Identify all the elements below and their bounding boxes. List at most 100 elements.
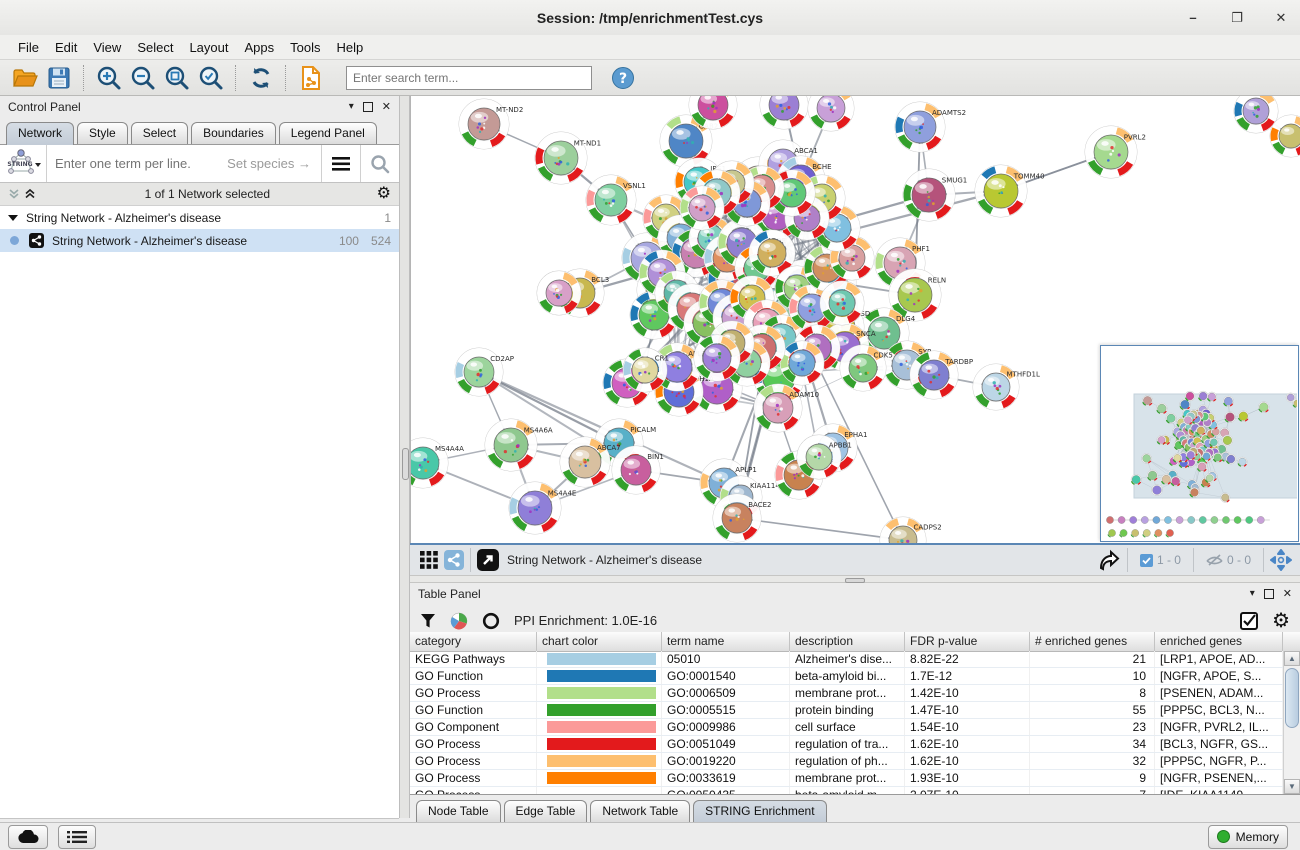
network-node[interactable]: TOMM40 (975, 165, 1045, 217)
network-node[interactable]: ADAMTS2 (895, 102, 966, 152)
pie-chart-icon[interactable] (450, 612, 468, 630)
save-icon[interactable] (42, 63, 76, 93)
search-input[interactable] (346, 66, 592, 90)
help-icon[interactable]: ? (606, 63, 640, 93)
tab-network-table[interactable]: Network Table (590, 800, 690, 822)
table-row[interactable]: GO FunctionGO:0001540beta-amyloid bi...1… (410, 668, 1283, 685)
export-network-icon[interactable] (1097, 548, 1121, 572)
network-node[interactable] (694, 335, 740, 381)
table-row[interactable]: GO ProcessGO:0006509membrane prot...1.42… (410, 685, 1283, 702)
task-list-button[interactable] (58, 825, 96, 849)
scroll-down-icon[interactable]: ▼ (1284, 779, 1300, 794)
zoom-selected-icon[interactable] (194, 63, 228, 93)
settings-gear-icon[interactable]: ⚙ (1272, 611, 1290, 631)
string-logo[interactable]: STRING (0, 145, 47, 182)
ring-icon[interactable] (482, 612, 500, 630)
column-header-term-name[interactable]: term name (662, 632, 790, 651)
tab-string-enrichment[interactable]: STRING Enrichment (693, 800, 826, 823)
network-node[interactable]: MTHFD1L (973, 364, 1040, 410)
tab-edge-table[interactable]: Edge Table (504, 800, 588, 822)
menu-layout[interactable]: Layout (181, 38, 236, 57)
open-in-window-icon[interactable] (477, 549, 499, 571)
share-view-icon[interactable] (444, 550, 464, 570)
memory-button[interactable]: Memory (1208, 825, 1288, 849)
birds-eye-navigator[interactable] (1100, 345, 1299, 542)
column-header-category[interactable]: category (410, 632, 537, 651)
network-node[interactable] (1234, 96, 1278, 133)
zoom-fit-icon[interactable] (160, 63, 194, 93)
network-node[interactable]: TARDBP (910, 351, 973, 399)
network-node[interactable]: SMUG1 (903, 169, 967, 221)
menu-view[interactable]: View (85, 38, 129, 57)
network-node[interactable]: CDK5 (840, 345, 893, 391)
menu-file[interactable]: File (10, 38, 47, 57)
close-button[interactable]: ✕ (1272, 9, 1290, 27)
table-row[interactable]: GO ProcessGO:0033619membrane prot...1.93… (410, 770, 1283, 787)
table-panel-float-icon[interactable] (1264, 589, 1274, 599)
table-panel-menu-icon[interactable]: ▾ (1250, 589, 1255, 599)
network-node[interactable]: BIN1 (612, 446, 664, 494)
network-node[interactable]: MT-ND1 (535, 132, 601, 184)
checkbox-checked-icon[interactable] (1240, 612, 1258, 630)
table-row[interactable]: GO ComponentGO:0009986cell surface1.54E-… (410, 719, 1283, 736)
panel-float-icon[interactable] (363, 102, 373, 112)
zoom-out-icon[interactable] (126, 63, 160, 93)
table-row[interactable]: GO FunctionGO:0005515protein binding1.47… (410, 702, 1283, 719)
panel-close-icon[interactable]: ✕ (382, 102, 391, 113)
maximize-button[interactable]: ❐ (1228, 9, 1246, 27)
menu-help[interactable]: Help (329, 38, 372, 57)
panel-menu-icon[interactable]: ▾ (349, 102, 354, 112)
table-row[interactable]: GO ProcessGO:0051049regulation of tra...… (410, 736, 1283, 753)
horizontal-splitter[interactable] (410, 575, 1300, 583)
minimize-button[interactable]: – (1184, 9, 1202, 27)
navigator-compass-icon[interactable] (1270, 549, 1292, 571)
network-node[interactable]: MS4A4E (509, 482, 576, 534)
table-panel-close-icon[interactable]: ✕ (1283, 589, 1292, 600)
network-node[interactable] (680, 186, 724, 230)
grid-icon[interactable] (420, 551, 438, 569)
string-query-input[interactable] (47, 156, 321, 171)
network-node[interactable] (808, 96, 854, 131)
network-options-gear-icon[interactable]: ⚙ (377, 186, 391, 202)
string-menu-icon[interactable] (321, 145, 360, 182)
menu-tools[interactable]: Tools (282, 38, 328, 57)
network-collection-row[interactable]: String Network - Alzheimer's disease 1 (0, 206, 399, 229)
column-header-chart-color[interactable]: chart color (537, 632, 662, 651)
string-search-icon[interactable] (360, 145, 399, 182)
tab-select[interactable]: Select (131, 122, 188, 144)
network-canvas[interactable]: MT-ND2MT-ND1VSNL1GAB2ADAMTS2PVRL2TOMM40S… (410, 96, 1300, 543)
network-edge[interactable] (737, 518, 903, 540)
panel-splitter[interactable] (400, 96, 410, 818)
open-folder-icon[interactable] (8, 63, 42, 93)
column-header-FDR-p-value[interactable]: FDR p-value (905, 632, 1030, 651)
collapse-expand-icons[interactable] (8, 188, 38, 200)
navigator-minimap[interactable] (1101, 346, 1297, 540)
network-node[interactable] (820, 281, 864, 325)
network-node[interactable]: MS4A4A (411, 438, 464, 488)
network-node[interactable]: CADPS2 (880, 517, 942, 543)
import-network-icon[interactable] (294, 63, 328, 93)
network-node[interactable] (537, 271, 581, 315)
network-row-selected[interactable]: String Network - Alzheimer's disease 100… (0, 229, 399, 252)
table-scrollbar[interactable]: ▲ ▼ (1283, 651, 1300, 794)
tab-legend-panel[interactable]: Legend Panel (279, 122, 377, 144)
table-row[interactable]: KEGG Pathways05010Alzheimer's dise...8.8… (410, 651, 1283, 668)
menu-apps[interactable]: Apps (237, 38, 283, 57)
refresh-icon[interactable] (244, 63, 278, 93)
tab-node-table[interactable]: Node Table (416, 800, 501, 822)
tab-boundaries[interactable]: Boundaries (191, 122, 276, 144)
network-node[interactable]: BACE2 (713, 494, 771, 542)
column-header-description[interactable]: description (790, 632, 905, 651)
network-node[interactable] (780, 341, 824, 385)
tab-network[interactable]: Network (6, 122, 74, 145)
cloud-button[interactable] (8, 825, 48, 849)
network-node[interactable]: VSNL1 (586, 175, 646, 225)
network-node[interactable]: MT-ND2 (459, 99, 523, 149)
network-node[interactable]: PVRL2 (1085, 126, 1146, 178)
collapse-triangle-icon[interactable] (8, 214, 18, 222)
tab-style[interactable]: Style (77, 122, 128, 144)
column-header-enriched-genes[interactable]: enriched genes (1155, 632, 1283, 651)
filter-funnel-icon[interactable] (420, 613, 436, 629)
column-header--enriched-genes[interactable]: # enriched genes (1030, 632, 1155, 651)
network-node[interactable] (760, 96, 808, 129)
